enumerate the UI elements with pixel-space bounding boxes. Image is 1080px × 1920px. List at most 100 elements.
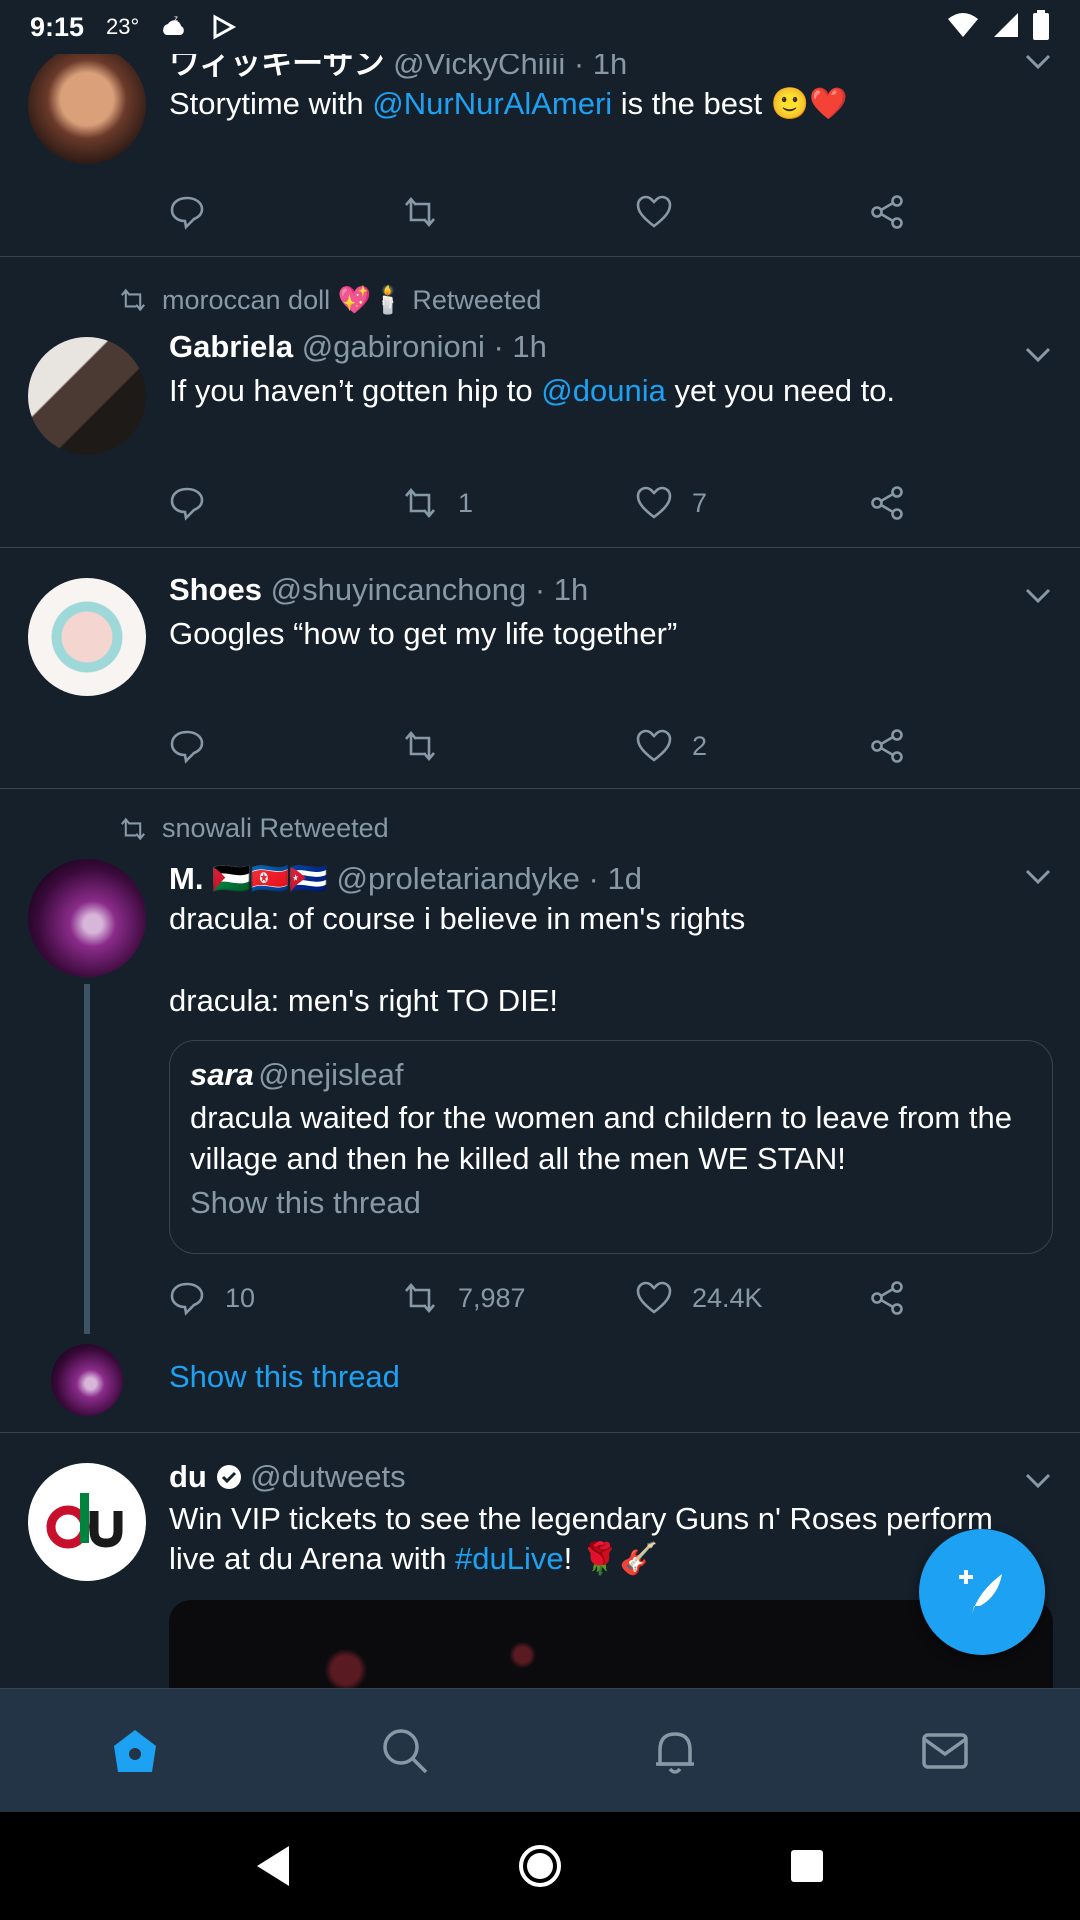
share-button[interactable] (869, 724, 905, 768)
reply-icon (170, 196, 204, 230)
share-icon (871, 486, 903, 520)
chevron-down-icon[interactable] (1020, 859, 1056, 895)
compose-tweet-button[interactable] (919, 1529, 1045, 1655)
nav-messages[interactable] (910, 1716, 980, 1786)
retweeted-by: moroccan doll 💖🕯️ Retweeted (118, 284, 541, 316)
like-button[interactable]: 7 (636, 481, 707, 525)
tweet-text: Googles “how to get my life together” (169, 616, 678, 651)
quoted-tweet[interactable]: sara @nejisleaf dracula waited for the w… (169, 1040, 1053, 1254)
display-name[interactable]: Shoes (169, 572, 262, 607)
chevron-down-icon[interactable] (1020, 1463, 1056, 1499)
hashtag-link[interactable]: #duLive (455, 1541, 564, 1576)
bottom-navigation (0, 1688, 1080, 1812)
search-icon (383, 1728, 428, 1773)
play-store-icon (209, 12, 239, 42)
retweeted-by: snowali Retweeted (118, 813, 389, 844)
avatar[interactable] (28, 859, 146, 977)
back-icon (257, 1846, 290, 1886)
share-button[interactable] (869, 190, 905, 234)
share-icon (871, 195, 903, 229)
tweet-header: Shoes @shuyincanchong · 1h (169, 570, 1040, 610)
reply-icon (170, 487, 204, 521)
nav-search[interactable] (370, 1716, 440, 1786)
messages-icon (922, 1732, 968, 1769)
tweet[interactable]: snowali Retweeted M. 🇵🇸🇰🇵🇨🇺 @proletarian… (0, 789, 1080, 1433)
display-name[interactable]: du (169, 1459, 207, 1494)
display-name[interactable]: M. (169, 861, 203, 896)
home-icon (114, 1729, 156, 1772)
wifi-icon (946, 11, 980, 44)
retweet-button[interactable]: 7,987 (402, 1276, 526, 1320)
retweet-icon (405, 487, 435, 519)
quoted-username: @nejisleaf (258, 1057, 404, 1092)
reply-button[interactable]: 10 (169, 1276, 255, 1320)
thread-avatar[interactable] (51, 1344, 123, 1416)
tweet-header: M. 🇵🇸🇰🇵🇨🇺 @proletariandyke · 1d (169, 859, 1040, 899)
chevron-down-icon[interactable] (1020, 578, 1056, 614)
timeline-feed[interactable]: ワィッキーサン @VickyChiiii · 1h Storytime with… (0, 0, 1080, 1688)
compose-icon (959, 1570, 1002, 1614)
avatar[interactable] (28, 1463, 146, 1581)
tweet[interactable]: moroccan doll 💖🕯️ Retweeted Gabriela @ga… (0, 257, 1080, 548)
show-thread-link[interactable]: Show this thread (169, 1359, 400, 1395)
media-preview[interactable] (169, 1600, 1053, 1688)
share-icon (871, 1281, 903, 1315)
retweet-button[interactable] (402, 190, 458, 234)
notifications-icon (656, 1731, 694, 1774)
retweet-icon (405, 1282, 435, 1314)
svg-text:z: z (174, 14, 178, 23)
username: @dutweets (250, 1459, 406, 1494)
thread-connector (84, 984, 90, 1334)
tweet-actions: 10 7,987 24.4K (169, 1276, 929, 1320)
username: @gabironioni (301, 329, 485, 364)
reply-button[interactable] (169, 724, 225, 768)
retweeted-by-label[interactable]: moroccan doll 💖🕯️ Retweeted (162, 284, 541, 316)
share-button[interactable] (869, 481, 905, 525)
heart-icon (636, 1281, 672, 1314)
status-time: 9:15 (30, 11, 85, 42)
display-name[interactable]: Gabriela (169, 329, 293, 364)
home-button[interactable] (510, 1836, 570, 1896)
retweet-button[interactable] (402, 724, 458, 768)
tweet-actions: 1 7 (169, 481, 929, 525)
tweet[interactable]: du @dutweets Win VIP tickets to see the … (0, 1433, 1080, 1688)
weather-icon: z (159, 12, 189, 42)
reply-button[interactable] (169, 481, 225, 525)
tweet[interactable]: Shoes @shuyincanchong · 1h Googles “how … (0, 548, 1080, 789)
retweet-count: 7,987 (458, 1282, 526, 1313)
du-logo-icon (46, 1493, 123, 1549)
retweet-button[interactable]: 1 (402, 481, 473, 525)
system-navigation-bar (0, 1812, 1080, 1920)
avatar[interactable] (28, 578, 146, 696)
back-button[interactable] (243, 1836, 303, 1896)
mention-link[interactable]: @NurNurAlAmeri (372, 86, 612, 121)
tweet-actions (169, 190, 929, 234)
status-bar: 9:15 23° z (0, 0, 1080, 54)
retweeted-by-label[interactable]: snowali Retweeted (162, 813, 389, 844)
username: @proletariandyke (336, 861, 580, 896)
nav-notifications[interactable] (640, 1716, 710, 1786)
tweet-header: Gabriela @gabironioni · 1h (169, 327, 1040, 367)
recents-button[interactable] (777, 1836, 837, 1896)
reply-button[interactable] (169, 190, 225, 234)
like-button[interactable]: 2 (636, 724, 707, 768)
battery-icon (1032, 9, 1050, 45)
retweet-icon (405, 196, 435, 228)
quoted-show-thread[interactable]: Show this thread (190, 1185, 1032, 1221)
like-button[interactable]: 24.4K (636, 1276, 763, 1320)
chevron-down-icon[interactable] (1020, 337, 1056, 373)
tweet-text: Storytime with @NurNurAlAmeri is the bes… (169, 86, 848, 121)
recents-icon (790, 1850, 823, 1882)
share-icon (871, 729, 903, 763)
share-button[interactable] (869, 1276, 905, 1320)
like-count: 24.4K (692, 1282, 763, 1313)
like-button[interactable] (636, 190, 692, 234)
avatar[interactable] (28, 46, 146, 164)
like-count: 2 (692, 730, 708, 761)
heart-icon (636, 195, 672, 228)
mention-link[interactable]: @dounia (541, 373, 666, 408)
reply-icon (170, 730, 204, 764)
nav-home[interactable] (100, 1716, 170, 1786)
like-count: 7 (692, 487, 708, 518)
avatar[interactable] (28, 337, 146, 455)
